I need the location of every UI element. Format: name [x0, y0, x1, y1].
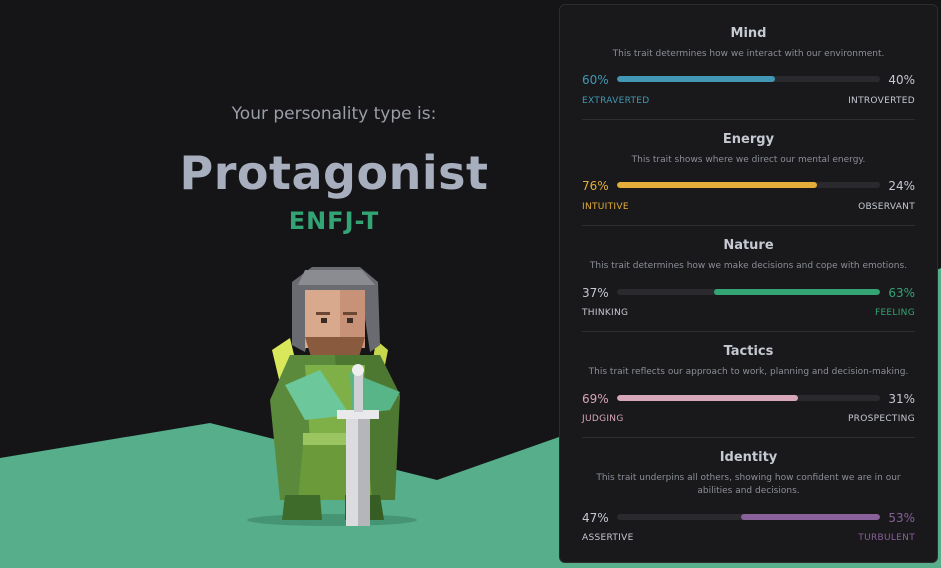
- trait-divider: [582, 225, 915, 226]
- trait-percent-right: 31%: [888, 392, 915, 406]
- trait-divider: [582, 331, 915, 332]
- trait-description: This trait determines how we make decisi…: [589, 261, 908, 271]
- trait-percent-right: 40%: [888, 73, 915, 87]
- trait-nature: Nature This trait determines how we make…: [582, 237, 915, 273]
- trait-title: Nature: [723, 238, 774, 253]
- trait-tactics: Tactics This trait reflects our approach…: [582, 343, 915, 379]
- trait-percent-left: 69%: [582, 392, 609, 406]
- trait-identity: Identity This trait underpins all others…: [582, 449, 915, 498]
- trait-label-left: EXTRAVERTED: [582, 96, 650, 106]
- trait-description: This trait underpins all others, showing…: [596, 473, 901, 496]
- trait-labels-mind: EXTRAVERTED INTROVERTED: [582, 96, 915, 108]
- trait-bar-tactics: 69% 31%: [582, 390, 915, 408]
- trait-label-right: FEELING: [874, 308, 915, 318]
- trait-title: Energy: [722, 132, 775, 147]
- trait-labels-energy: INTUITIVE OBSERVANT: [582, 202, 915, 214]
- trait-label-right: PROSPECTING: [847, 414, 915, 424]
- trait-track: [617, 289, 880, 295]
- protagonist-character: [270, 267, 400, 526]
- trait-track: [617, 76, 880, 82]
- trait-divider: [582, 437, 915, 438]
- trait-label-right: TURBULENT: [858, 533, 915, 543]
- traits-panel: Mind This trait determines how we intera…: [559, 4, 938, 563]
- trait-bar-nature: 37% 63%: [582, 284, 915, 302]
- trait-bar-mind: 60% 40%: [582, 71, 915, 89]
- trait-fill: [617, 182, 817, 188]
- trait-percent-left: 37%: [582, 286, 609, 300]
- trait-fill: [740, 514, 880, 520]
- trait-title: Mind: [730, 26, 767, 41]
- trait-fill: [714, 289, 880, 295]
- trait-track: [617, 514, 880, 520]
- trait-track: [617, 182, 880, 188]
- trait-label-left: ASSERTIVE: [582, 533, 634, 543]
- trait-label-right: INTROVERTED: [848, 96, 915, 106]
- trait-description: This trait shows where we direct our men…: [631, 155, 866, 165]
- trait-fill: [617, 395, 799, 401]
- trait-mind: Mind This trait determines how we intera…: [582, 25, 915, 61]
- trait-percent-left: 47%: [582, 511, 609, 525]
- trait-labels-nature: THINKING FEELING: [582, 308, 915, 320]
- trait-fill: [617, 76, 775, 82]
- trait-labels-tactics: JUDGING PROSPECTING: [582, 414, 915, 426]
- trait-title: Tactics: [723, 344, 774, 359]
- trait-percent-right: 24%: [888, 179, 915, 193]
- character-shadow: [247, 514, 417, 526]
- trait-percent-right: 63%: [888, 286, 915, 300]
- trait-bar-energy: 76% 24%: [582, 177, 915, 195]
- trait-track: [617, 395, 880, 401]
- trait-description: This trait determines how we interact wi…: [612, 49, 885, 59]
- trait-percent-left: 60%: [582, 73, 609, 87]
- trait-labels-identity: ASSERTIVE TURBULENT: [582, 533, 915, 545]
- trait-energy: Energy This trait shows where we direct …: [582, 131, 915, 167]
- trait-divider: [582, 119, 915, 120]
- trait-percent-right: 53%: [888, 511, 915, 525]
- trait-title: Identity: [719, 450, 778, 465]
- trait-label-left: INTUITIVE: [582, 202, 629, 212]
- trait-label-right: OBSERVANT: [858, 202, 915, 212]
- trait-label-left: THINKING: [582, 308, 629, 318]
- trait-description: This trait reflects our approach to work…: [588, 367, 909, 377]
- trait-bar-identity: 47% 53%: [582, 509, 915, 527]
- trait-label-left: JUDGING: [582, 414, 624, 424]
- trait-percent-left: 76%: [582, 179, 609, 193]
